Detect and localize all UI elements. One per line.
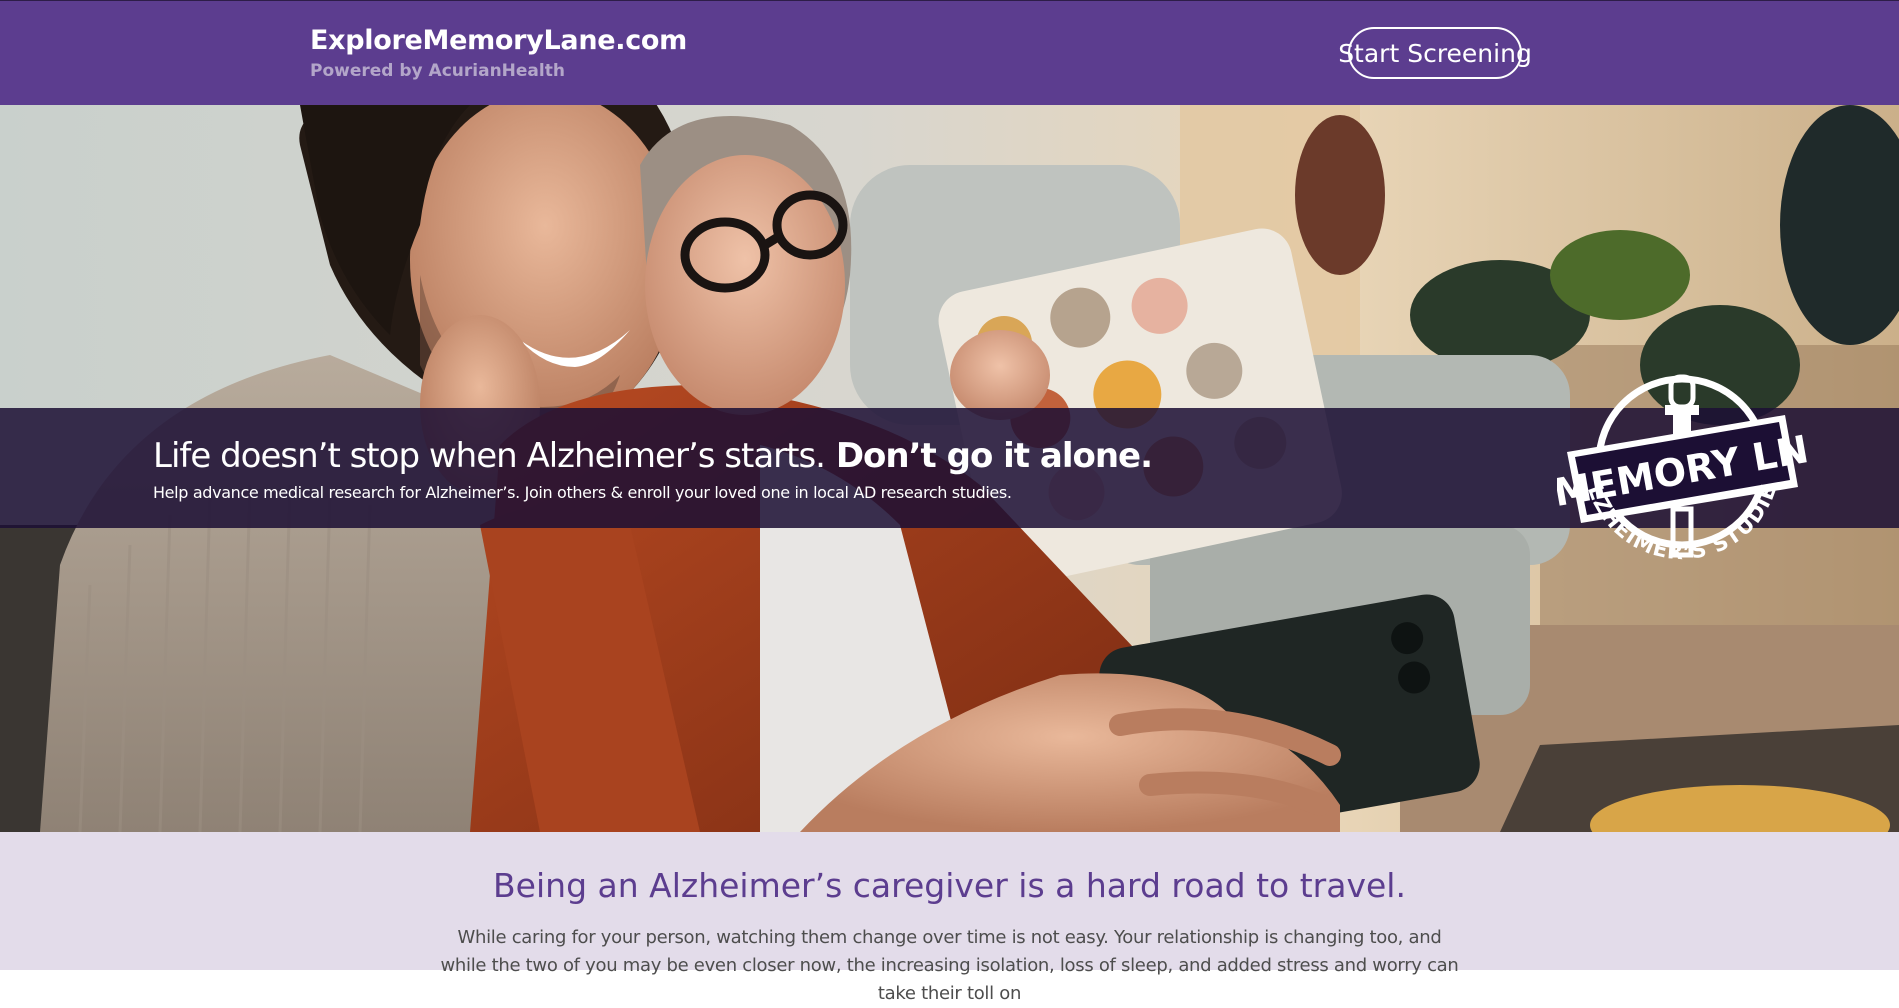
- start-screening-button[interactable]: Start Screening: [1338, 27, 1532, 79]
- hero-headline-strong: Don’t go it alone.: [835, 436, 1153, 476]
- hero-headline-light: Life doesn’t stop when Alzheimer’s start…: [153, 436, 826, 476]
- hero-subheadline: Help advance medical research for Alzhei…: [153, 483, 1012, 502]
- hero-section: Life doesn’t stop when Alzheimer’s start…: [0, 105, 1899, 832]
- hero-headline: Life doesn’t stop when Alzheimer’s start…: [153, 436, 1153, 476]
- site-header: ExploreMemoryLane.com Powered by Acurian…: [0, 0, 1899, 105]
- powered-by-text: Powered by AcurianHealth: [310, 61, 565, 81]
- caregiver-body: While caring for your person, watching t…: [440, 927, 1459, 1004]
- site-title[interactable]: ExploreMemoryLane.com: [310, 25, 687, 56]
- memory-ln-logo: MEMORY LN ALZHEIMER’S STUDIES: [1557, 367, 1807, 564]
- caregiver-heading: Being an Alzheimer’s caregiver is a hard…: [493, 866, 1406, 905]
